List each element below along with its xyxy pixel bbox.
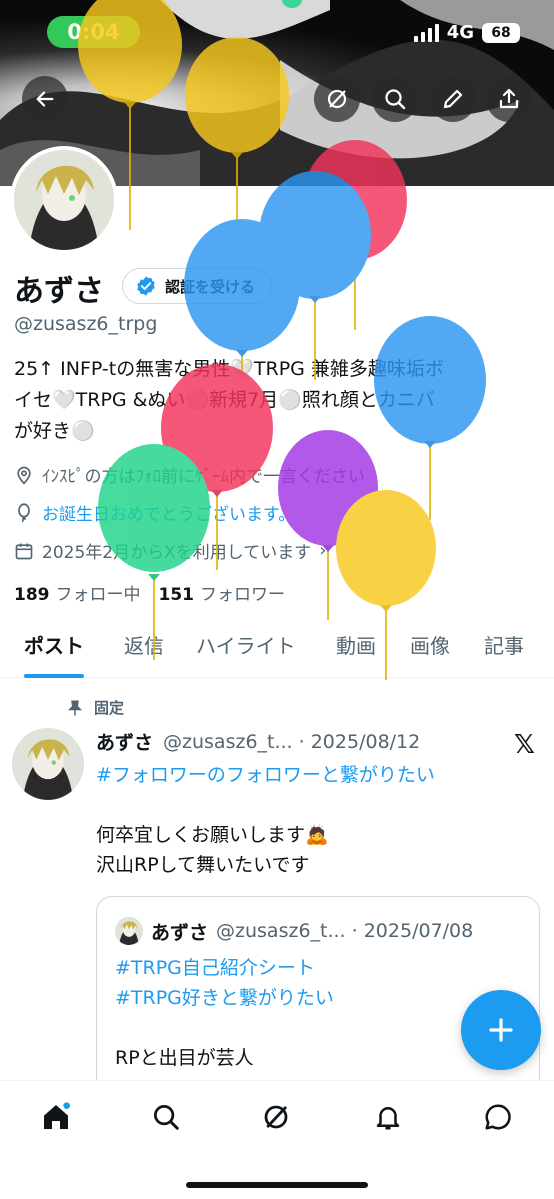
status-indicators: 4G 68 (413, 22, 520, 43)
compose-button[interactable] (461, 990, 541, 1070)
nav-messages[interactable] (468, 1095, 528, 1139)
followers-link[interactable]: 151 フォロワー (159, 580, 286, 605)
pinned-indicator: 固定 (66, 697, 124, 718)
grok-icon (327, 89, 347, 109)
home-indicator[interactable] (186, 1182, 368, 1188)
calendar-icon (15, 543, 33, 559)
nav-search[interactable] (136, 1095, 196, 1139)
quote-text: RPと出目が芸人 (115, 1047, 254, 1069)
search-icon (385, 89, 406, 110)
location-pin-icon (17, 466, 31, 485)
battery-icon: 68 (482, 22, 520, 43)
quote-hashtag[interactable]: #TRPG自己紹介シート (115, 953, 334, 983)
post-body[interactable]: #フォロワーのフォロワーと繋がりたい 何卒宜しくお願いします🙇 沢山RPして舞い… (96, 760, 536, 880)
edit-button[interactable] (430, 76, 476, 122)
follow-stats: 189 フォロー中 151 フォロワー (14, 580, 285, 605)
profile-joined[interactable]: 2025年2月からXを利用しています › (14, 538, 326, 563)
back-button[interactable] (22, 76, 68, 122)
quote-body: #TRPG自己紹介シート #TRPG好きと繋がりたい RPと出目が芸人 (115, 953, 334, 1073)
avatar-image (14, 150, 114, 250)
tab-posts[interactable]: ポスト (24, 620, 84, 678)
quote-handle-date: @zusasz6_t... · 2025/07/08 (216, 920, 474, 942)
tab-articles[interactable]: 記事 (484, 620, 524, 678)
balloon-purple (278, 430, 378, 620)
profile-handle: @zusasz6_trpg (14, 313, 158, 335)
tab-videos[interactable]: 動画 (336, 620, 376, 678)
profile-tabs: ポスト 返信 ハイライト 動画 画像 記事 (0, 620, 554, 678)
quote-avatar (115, 917, 143, 945)
profile-birthday[interactable]: お誕生日おめでとうございます。 (14, 500, 295, 525)
network-type: 4G (446, 22, 474, 43)
post-hashtag[interactable]: #フォロワーのフォロワーと繋がりたい (96, 760, 536, 790)
nav-grok[interactable] (246, 1095, 306, 1139)
following-count: 189 (14, 585, 50, 605)
nav-notifications[interactable] (358, 1095, 418, 1139)
back-arrow-icon (36, 91, 54, 107)
tab-replies[interactable]: 返信 (124, 620, 164, 678)
post-text-line: 何卒宜しくお願いします🙇 (96, 824, 329, 846)
avatar-image (115, 917, 143, 945)
post-author[interactable]: あずさ (96, 728, 153, 755)
verify-label: 認証を受ける (165, 277, 256, 296)
profile-location: ｲﾝｽﾋﾟの方はﾌｫﾛ前にｹﾞｰﾑ内で一言ください (14, 462, 365, 487)
post-handle-date: @zusasz6_t... · 2025/08/12 (163, 730, 421, 753)
plus-icon (489, 1018, 513, 1042)
avatar-image (12, 728, 84, 800)
tab-highlights[interactable]: ハイライト (196, 620, 296, 678)
post-avatar[interactable] (12, 728, 84, 800)
share-button[interactable] (486, 76, 532, 122)
post-header: あずさ @zusasz6_t... · 2025/08/12 (96, 728, 516, 755)
bio-line: イセ🤍TRPG &ぬい⚪️新規7月⚪️照れ顔とカニバ (14, 389, 435, 411)
profile-avatar[interactable] (10, 146, 118, 254)
share-icon (499, 88, 519, 109)
quote-header: あずさ @zusasz6_t... · 2025/07/08 (115, 917, 473, 945)
search-icon (154, 1105, 179, 1130)
bio-line: が好き⚪️ (14, 420, 95, 442)
verify-button[interactable]: 認証を受ける (122, 268, 273, 304)
tab-images[interactable]: 画像 (410, 620, 450, 678)
status-time: 0:04 (47, 16, 140, 48)
joined-text: 2025年2月からXを利用しています (42, 543, 312, 563)
nav-home[interactable] (26, 1095, 86, 1139)
followers-count: 151 (158, 585, 195, 605)
x-logo-icon: 𝕏 (514, 730, 535, 760)
followers-label: フォロワー (200, 585, 285, 605)
verified-badge-icon (137, 276, 155, 296)
grok-icon (264, 1105, 288, 1129)
birthday-text[interactable]: お誕生日おめでとうございます。 (42, 500, 295, 525)
balloon-icon (18, 502, 30, 522)
profile-bio: 25↑ INFP-tの無害な男性🤍TRPG 兼雑多趣味垢ボ イセ🤍TRPG &ぬ… (14, 354, 544, 447)
chevron-right-icon: › (319, 540, 327, 561)
location-text: ｲﾝｽﾋﾟの方はﾌｫﾛ前にｹﾞｰﾑ内で一言ください (42, 467, 365, 487)
following-label: フォロー中 (55, 585, 141, 605)
grok-button[interactable] (314, 76, 360, 122)
signal-icon (413, 23, 439, 42)
home-icon (44, 1102, 70, 1129)
messages-icon (485, 1104, 511, 1130)
edit-icon (443, 89, 463, 109)
balloon-blue (259, 171, 371, 380)
following-link[interactable]: 189 フォロー中 (14, 580, 141, 605)
search-button[interactable] (372, 76, 418, 122)
pin-icon (67, 700, 83, 715)
pinned-label: 固定 (94, 699, 125, 717)
quote-author: あずさ (151, 921, 209, 944)
bio-line: 25↑ INFP-tの無害な男性🤍TRPG 兼雑多趣味垢ボ (14, 358, 444, 380)
post-text-line: 沢山RPして舞いたいです (96, 854, 310, 876)
quote-hashtag[interactable]: #TRPG好きと繋がりたい (115, 983, 334, 1013)
bell-icon (376, 1107, 400, 1130)
profile-name: あずさ (14, 274, 104, 309)
